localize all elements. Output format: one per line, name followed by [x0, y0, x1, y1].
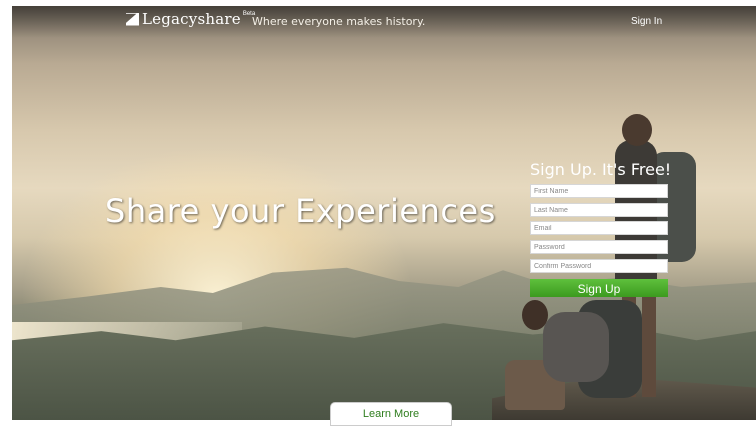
last-name-field[interactable] [530, 203, 668, 217]
learn-more-button[interactable]: Learn More [330, 402, 452, 426]
sign-in-link[interactable]: Sign In [631, 16, 662, 27]
hero-headline: Share your Experiences [105, 192, 496, 230]
logo[interactable]: Legacyshare Beta [126, 10, 255, 28]
first-name-field[interactable] [530, 184, 668, 198]
sign-up-button[interactable]: Sign Up [530, 279, 668, 297]
hiker-sitting-body [543, 312, 609, 382]
logo-text: Legacyshare [142, 10, 241, 28]
password-field[interactable] [530, 240, 668, 254]
confirm-password-field[interactable] [530, 259, 668, 273]
signup-title: Sign Up. It's Free! [530, 160, 672, 179]
hiker-sitting-head [522, 300, 548, 330]
email-field[interactable] [530, 221, 668, 235]
hiker-standing-leg [642, 285, 656, 397]
logo-icon [126, 12, 139, 26]
tagline: Where everyone makes history. [252, 15, 426, 28]
hiker-standing-head [622, 114, 652, 146]
